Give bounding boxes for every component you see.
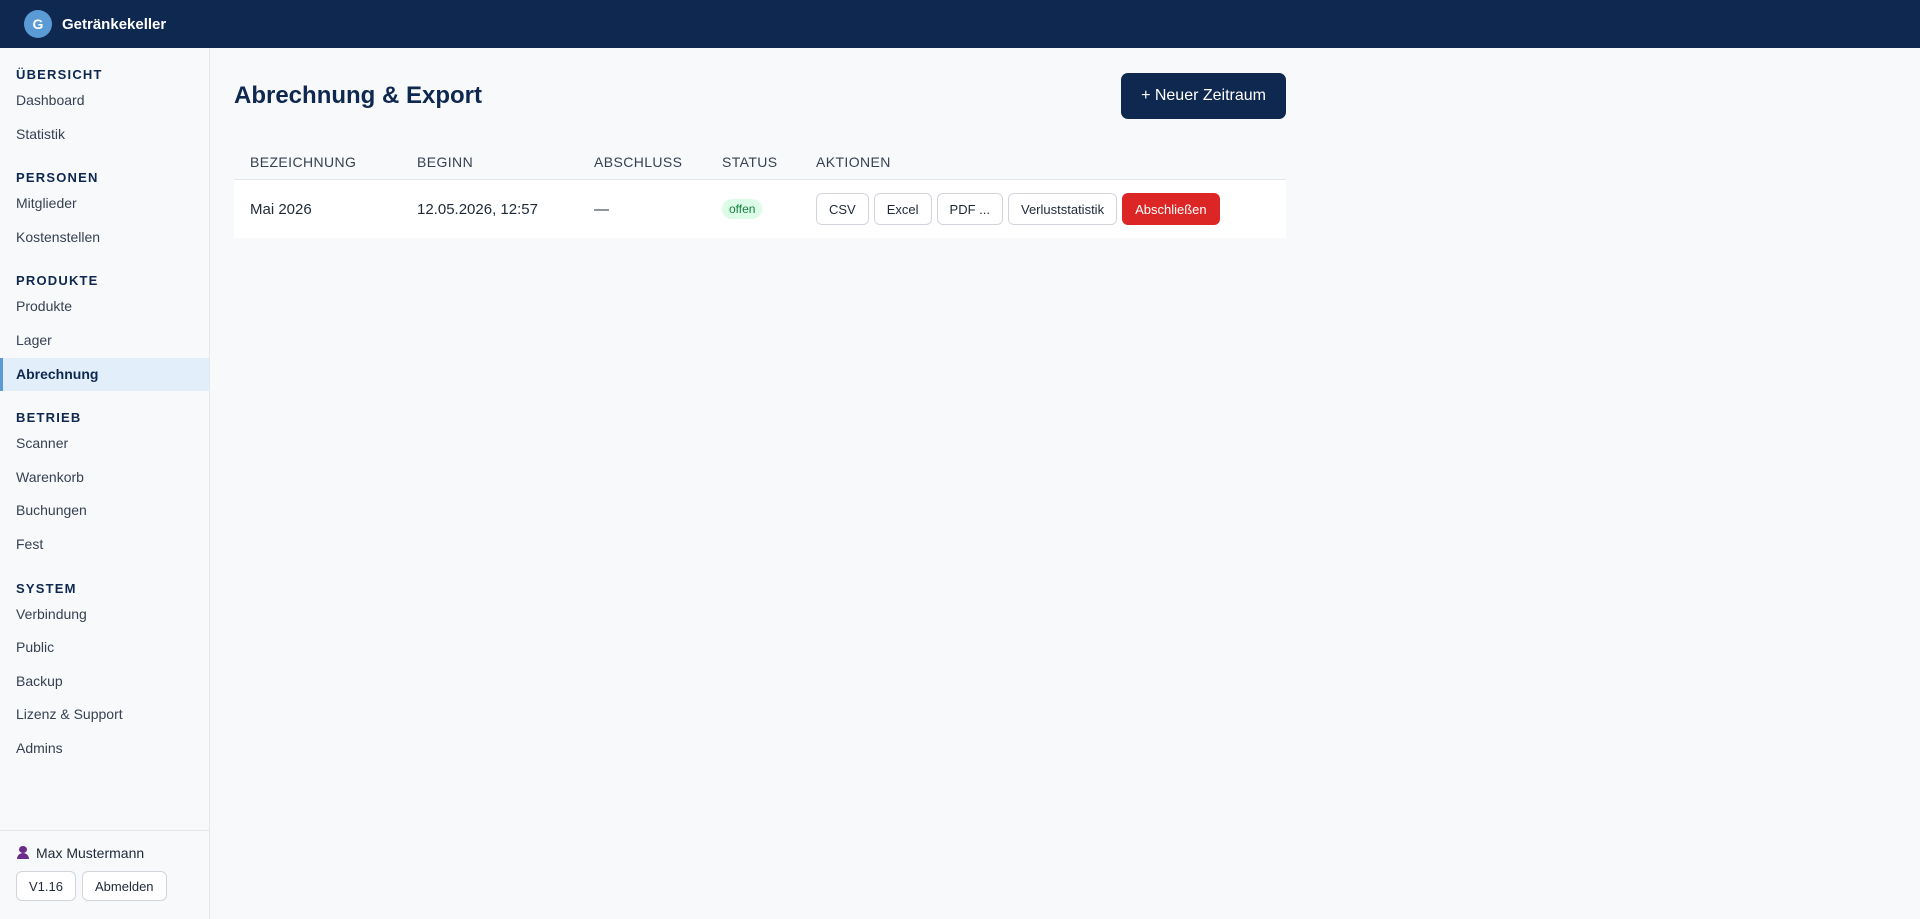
periods-table: BEZEICHNUNG BEGINN ABSCHLUSS STATUS AKTI…: [234, 144, 1286, 238]
status-cell: offen: [706, 199, 800, 219]
export-csv-button[interactable]: CSV: [816, 193, 869, 225]
period-end: —: [594, 200, 609, 218]
sidebar-item-buchungen[interactable]: Buchungen: [0, 494, 209, 528]
top-bar: G Getränkekeller: [0, 0, 1920, 48]
logout-button[interactable]: Abmelden: [81, 871, 167, 901]
column-header-beginn: BEGINN: [417, 153, 474, 170]
column-header-status: STATUS: [722, 153, 778, 170]
row-actions: CSV Excel PDF ... Verluststatistik Absch…: [800, 193, 1286, 225]
table-row: Mai 2026 12.05.2026, 12:57 — offen CSV E…: [234, 180, 1286, 238]
nav-group-system: SYSTEM Verbindung Public Backup Lizenz &…: [0, 580, 209, 766]
nav-heading: BETRIEB: [16, 410, 82, 426]
sidebar-item-kostenstellen[interactable]: Kostenstellen: [0, 221, 209, 255]
sidebar-item-fest[interactable]: Fest: [0, 528, 209, 562]
user-name: Max Mustermann: [36, 845, 145, 861]
export-excel-button[interactable]: Excel: [873, 193, 932, 225]
nav-heading: ÜBERSICHT: [16, 67, 103, 82]
sidebar-item-abrechnung[interactable]: Abrechnung: [0, 357, 209, 392]
app-logo-icon: G: [24, 10, 52, 38]
current-user: Max Mustermann: [16, 845, 193, 861]
new-period-button[interactable]: + Neuer Zeitraum: [1121, 73, 1286, 119]
export-pdf-button[interactable]: PDF ...: [936, 193, 1003, 225]
sidebar-item-scanner[interactable]: Scanner: [0, 427, 209, 461]
status-badge: offen: [722, 199, 763, 219]
sidebar-item-warenkorb[interactable]: Warenkorb: [0, 461, 209, 495]
sidebar-item-public[interactable]: Public: [0, 631, 209, 665]
nav-heading: PRODUKTE: [16, 273, 99, 289]
column-header-abschluss: ABSCHLUSS: [594, 153, 683, 170]
table-header: BEZEICHNUNG BEGINN ABSCHLUSS STATUS AKTI…: [234, 144, 1286, 180]
sidebar-item-produkte[interactable]: Produkte: [0, 290, 209, 324]
sidebar-nav: ÜBERSICHT Dashboard Statistik PERSONEN M…: [0, 66, 209, 766]
sidebar-item-admins[interactable]: Admins: [0, 732, 209, 766]
main-content: Abrechnung & Export + Neuer Zeitraum BEZ…: [234, 48, 1286, 238]
user-icon: [16, 846, 30, 860]
nav-group-uebersicht: ÜBERSICHT Dashboard Statistik: [0, 66, 209, 151]
sidebar: ÜBERSICHT Dashboard Statistik PERSONEN M…: [0, 48, 210, 919]
sidebar-item-lizenz-support[interactable]: Lizenz & Support: [0, 698, 209, 732]
nav-group-produkte: PRODUKTE Produkte Lager Abrechnung: [0, 272, 209, 392]
sidebar-item-backup[interactable]: Backup: [0, 665, 209, 699]
nav-heading: PERSONEN: [16, 170, 99, 186]
nav-heading: SYSTEM: [16, 580, 77, 596]
page-title: Abrechnung & Export: [234, 82, 483, 109]
page-header: Abrechnung & Export + Neuer Zeitraum: [234, 48, 1286, 144]
sidebar-item-statistik[interactable]: Statistik: [0, 118, 209, 152]
footer-buttons: V1.16 Abmelden: [16, 871, 193, 901]
app-name: Getränkekeller: [62, 15, 167, 33]
sidebar-item-lager[interactable]: Lager: [0, 324, 209, 358]
column-header-aktionen: AKTIONEN: [816, 153, 891, 170]
nav-group-personen: PERSONEN Mitglieder Kostenstellen: [0, 169, 209, 254]
loss-statistics-button[interactable]: Verluststatistik: [1007, 193, 1118, 225]
sidebar-footer: Max Mustermann V1.16 Abmelden: [0, 830, 209, 919]
period-name: Mai 2026: [250, 200, 312, 218]
sidebar-item-verbindung[interactable]: Verbindung: [0, 598, 209, 632]
period-start: 12.05.2026, 12:57: [417, 200, 538, 218]
nav-group-betrieb: BETRIEB Scanner Warenkorb Buchungen Fest: [0, 409, 209, 561]
version-button[interactable]: V1.16: [16, 871, 76, 901]
close-period-button[interactable]: Abschließen: [1122, 193, 1220, 225]
sidebar-item-dashboard[interactable]: Dashboard: [0, 84, 209, 118]
sidebar-item-mitglieder[interactable]: Mitglieder: [0, 187, 209, 221]
column-header-bezeichnung: BEZEICHNUNG: [250, 153, 357, 170]
